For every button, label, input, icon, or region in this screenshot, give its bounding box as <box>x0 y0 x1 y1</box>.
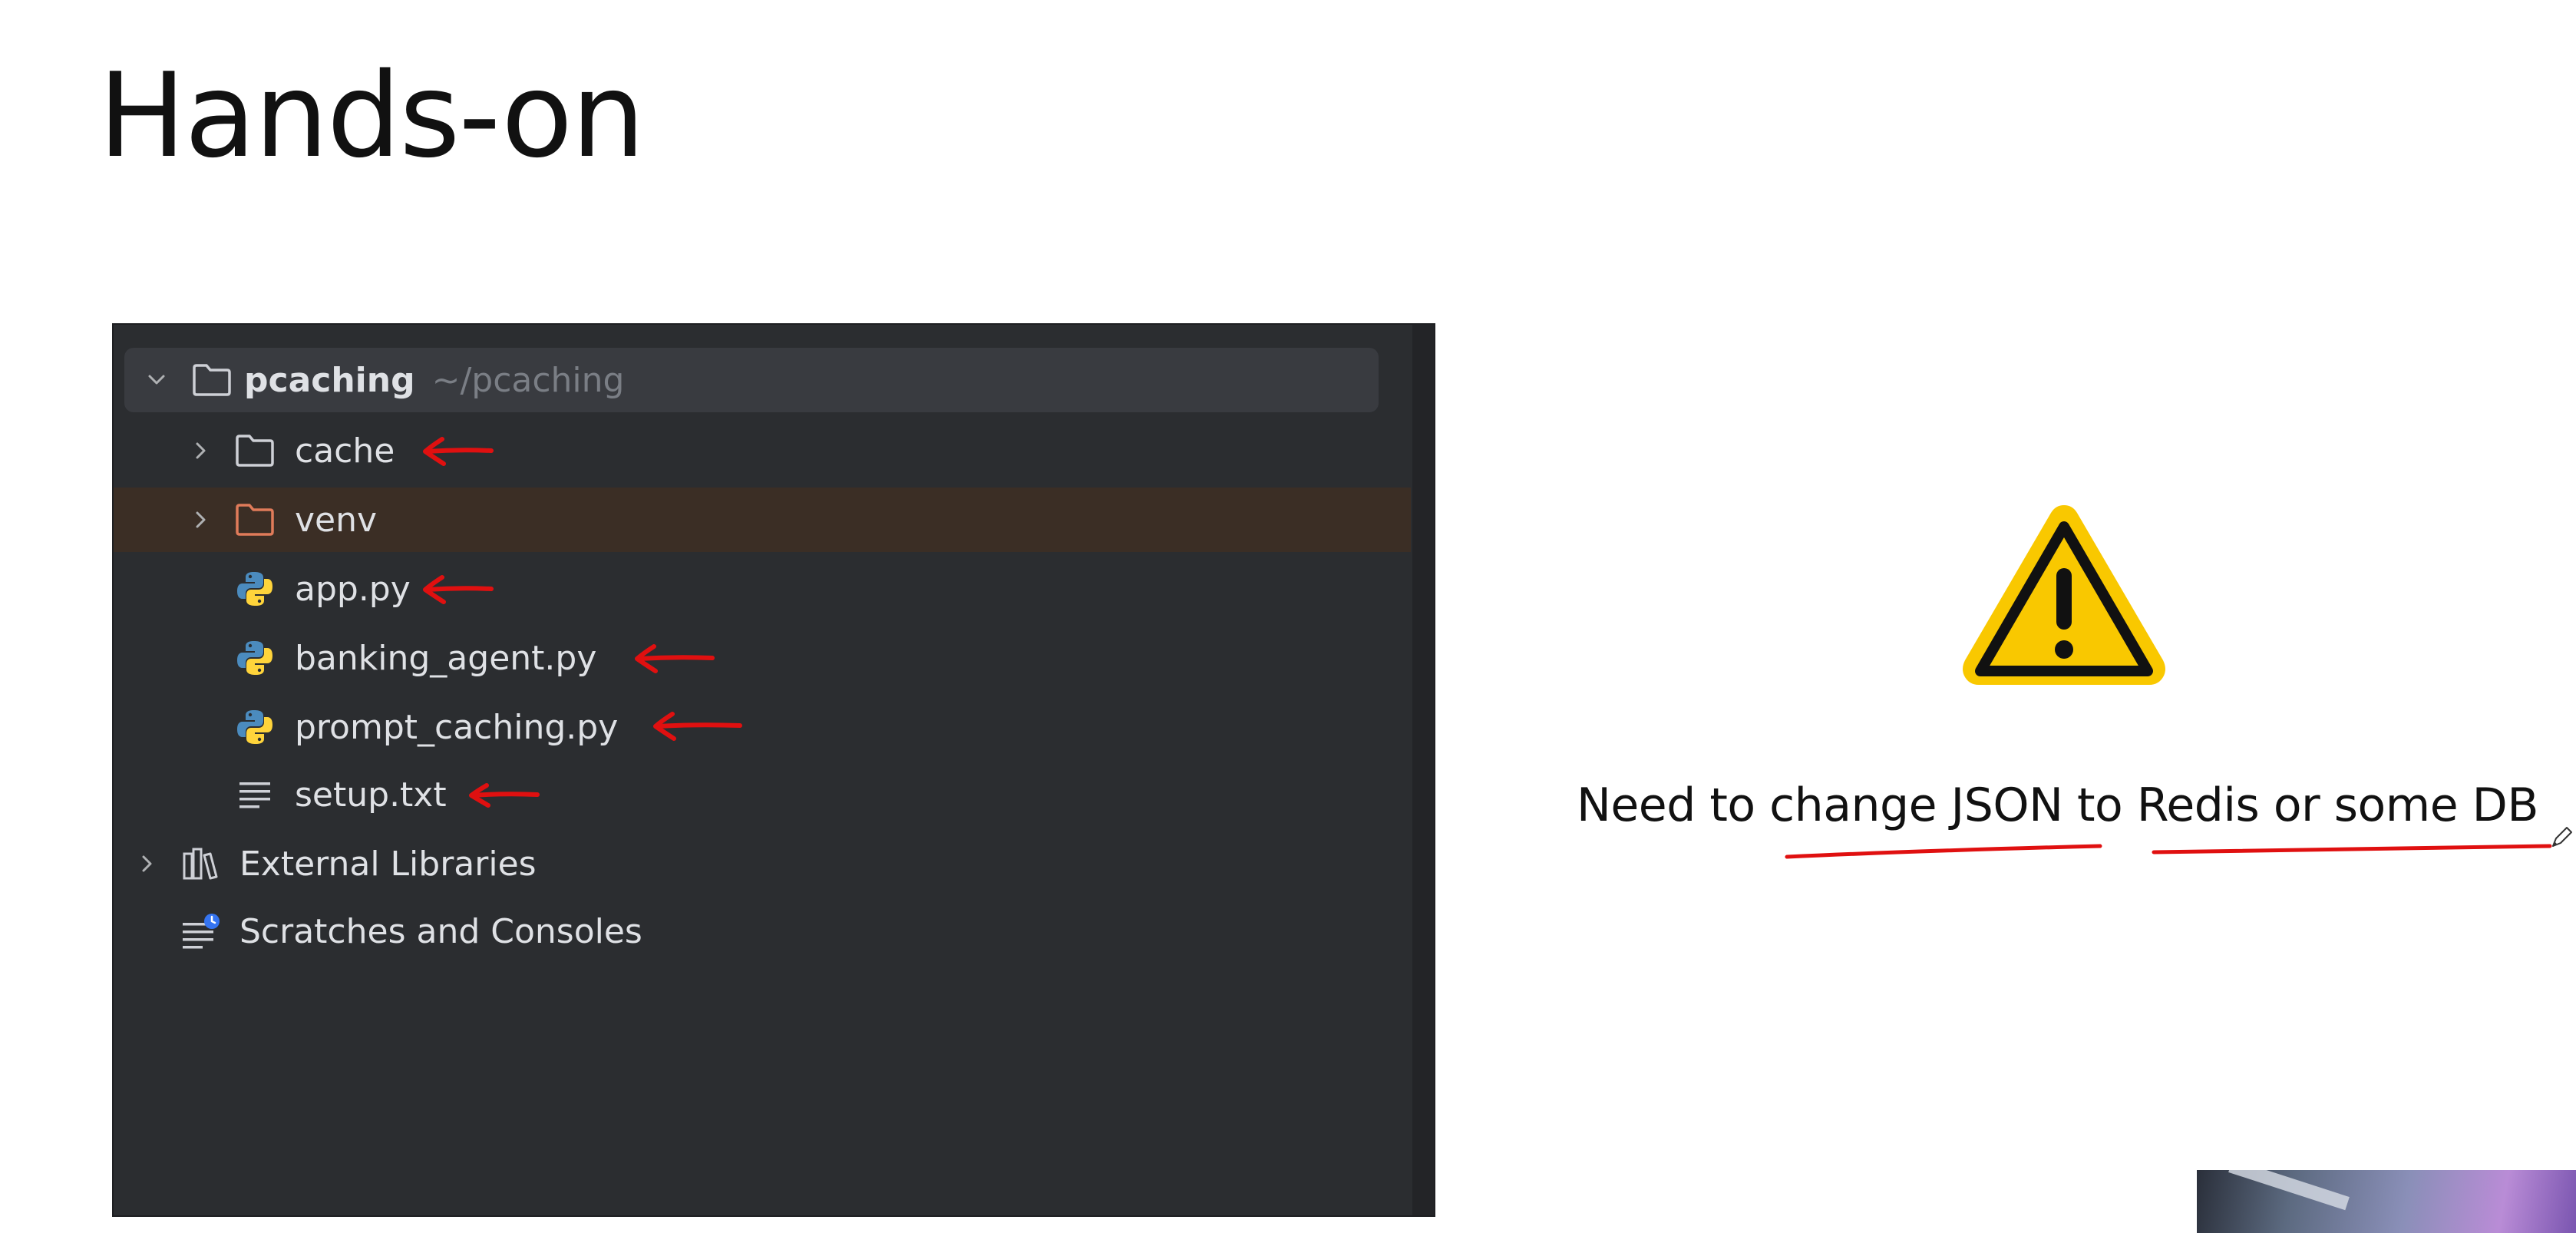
text-file-icon <box>233 773 276 816</box>
note-text: Need to change JSON to Redis or some DB <box>1577 778 2539 832</box>
tree-item-cache[interactable]: cache <box>114 418 1411 483</box>
python-file-icon <box>233 636 276 679</box>
tree-item-label: Scratches and Consoles <box>239 911 642 951</box>
annotation-underline <box>1785 844 2552 859</box>
root-folder-path: ~/pcaching <box>431 360 625 400</box>
tree-item-banking-agent-py[interactable]: banking_agent.py <box>114 626 1411 690</box>
tree-item-label: External Libraries <box>239 844 537 884</box>
tree-item-scratches-and-consoles[interactable]: Scratches and Consoles <box>114 899 1411 964</box>
tree-item-venv[interactable]: venv <box>114 488 1411 552</box>
slide-title: Hands-on <box>98 48 645 183</box>
webcam-overlay <box>2197 1170 2576 1233</box>
tree-item-label: app.py <box>295 569 411 609</box>
annotation-arrow-app-py <box>423 575 494 604</box>
chevron-right-icon[interactable] <box>187 506 215 534</box>
tree-item-prompt-caching-py[interactable]: prompt_caching.py <box>114 695 1411 759</box>
folder-icon <box>190 359 233 402</box>
scrollbar[interactable] <box>1412 325 1434 1215</box>
tree-root-pcaching[interactable]: pcaching ~/pcaching <box>124 348 1379 412</box>
tree-item-setup-txt[interactable]: setup.txt <box>114 762 1411 827</box>
tree-item-app-py[interactable]: app.py <box>114 557 1411 621</box>
python-file-icon <box>233 567 276 610</box>
annotation-arrow-setup-txt <box>469 783 540 808</box>
scratches-icon <box>180 910 223 953</box>
chevron-right-icon[interactable] <box>134 850 161 878</box>
tree-item-label: prompt_caching.py <box>295 707 619 747</box>
annotation-arrow-prompt-caching-py <box>653 712 742 741</box>
tree-item-label: cache <box>295 431 395 471</box>
library-icon <box>180 842 223 885</box>
annotation-arrow-banking-agent-py <box>635 644 715 673</box>
chevron-down-icon[interactable] <box>143 366 170 394</box>
pen-cursor-icon <box>2552 827 2572 847</box>
folder-icon <box>233 429 276 472</box>
root-folder-name: pcaching <box>244 360 415 400</box>
presentation-slide: Hands-on pcaching ~/pcaching cache venv … <box>0 0 2576 1233</box>
chevron-right-icon[interactable] <box>187 437 215 464</box>
excluded-folder-icon <box>233 498 276 541</box>
tree-item-label: venv <box>295 500 378 540</box>
warning-icon <box>1963 505 2165 685</box>
python-file-icon <box>233 706 276 749</box>
tree-item-external-libraries[interactable]: External Libraries <box>114 831 1411 896</box>
tree-item-label: setup.txt <box>295 775 447 815</box>
tree-item-label: banking_agent.py <box>295 638 597 678</box>
annotation-arrow-cache <box>423 437 494 466</box>
project-tree-panel: pcaching ~/pcaching cache venv app.py ba… <box>112 323 1435 1217</box>
